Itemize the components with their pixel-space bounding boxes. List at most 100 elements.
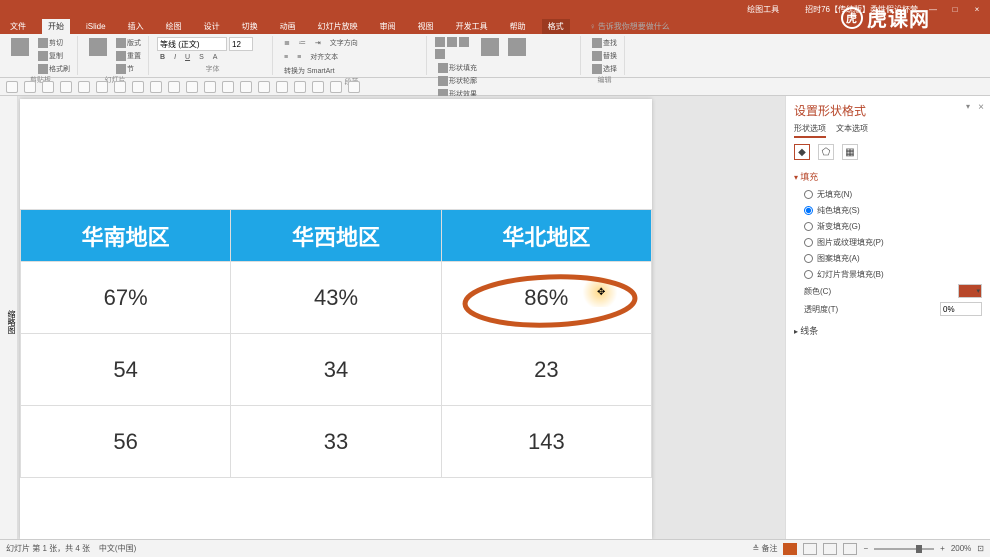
- reset-button[interactable]: 重置: [113, 50, 144, 62]
- language-indicator[interactable]: 中文(中国): [99, 544, 136, 553]
- qat-btn-17[interactable]: [294, 81, 306, 93]
- tab-draw[interactable]: 绘图: [160, 19, 188, 34]
- align-center-button[interactable]: ≡: [294, 51, 304, 63]
- slideshow-view-button[interactable]: [843, 543, 857, 555]
- pane-close-button[interactable]: ×: [978, 102, 984, 113]
- tab-review[interactable]: 审阅: [374, 19, 402, 34]
- fill-line-icon[interactable]: ◆: [794, 144, 810, 160]
- qat-btn-8[interactable]: [132, 81, 144, 93]
- fit-to-window-button[interactable]: ⊡: [977, 544, 984, 553]
- col-header-1[interactable]: 华南地区: [21, 210, 231, 262]
- numbering-button[interactable]: ≔: [296, 37, 309, 49]
- reading-view-button[interactable]: [823, 543, 837, 555]
- tab-animations[interactable]: 动画: [274, 19, 302, 34]
- tab-format[interactable]: 格式: [542, 19, 570, 34]
- zoom-out-button[interactable]: −: [863, 544, 868, 553]
- qat-btn-9[interactable]: [150, 81, 162, 93]
- fill-pattern-radio[interactable]: 图案填充(A): [804, 253, 982, 264]
- cell[interactable]: 143: [441, 406, 651, 478]
- text-options-tab[interactable]: 文本选项: [836, 123, 868, 138]
- color-picker-button[interactable]: ▾: [958, 284, 982, 298]
- tab-transitions[interactable]: 切换: [236, 19, 264, 34]
- shape-arrow-icon[interactable]: [435, 49, 445, 59]
- font-color-button[interactable]: A: [210, 53, 221, 62]
- tab-file[interactable]: 文件: [4, 19, 32, 34]
- font-family-select[interactable]: [157, 37, 227, 51]
- bullets-button[interactable]: ≣: [281, 37, 293, 49]
- zoom-in-button[interactable]: +: [940, 544, 945, 553]
- qat-undo[interactable]: [24, 81, 36, 93]
- new-slide-button[interactable]: [86, 37, 110, 57]
- transparency-input[interactable]: [940, 302, 982, 316]
- data-table[interactable]: 华南地区 华西地区 华北地区 67% 43% 86% 54 34 23 56 3…: [20, 209, 652, 478]
- qat-btn-10[interactable]: [168, 81, 180, 93]
- cut-button[interactable]: 剪切: [35, 37, 73, 49]
- cell[interactable]: 33: [231, 406, 441, 478]
- qat-btn-11[interactable]: [186, 81, 198, 93]
- tab-design[interactable]: 设计: [198, 19, 226, 34]
- qat-btn-4[interactable]: [60, 81, 72, 93]
- tab-insert[interactable]: 插入: [122, 19, 150, 34]
- copy-button[interactable]: 复制: [35, 50, 73, 62]
- shape-circle-icon[interactable]: [447, 37, 457, 47]
- align-left-button[interactable]: ≡: [281, 51, 291, 63]
- shape-line-icon[interactable]: [459, 37, 469, 47]
- outline-collapsed[interactable]: 缩略图: [0, 96, 18, 539]
- slide[interactable]: 华南地区 华西地区 华北地区 67% 43% 86% 54 34 23 56 3…: [20, 99, 652, 539]
- tab-help[interactable]: 帮助: [504, 19, 532, 34]
- qat-btn-6[interactable]: [96, 81, 108, 93]
- shape-fill-button[interactable]: 形状填充: [435, 62, 480, 74]
- cell[interactable]: 23: [441, 334, 651, 406]
- fill-none-radio[interactable]: 无填充(N): [804, 189, 982, 200]
- qat-btn-13[interactable]: [222, 81, 234, 93]
- qat-btn-19[interactable]: [330, 81, 342, 93]
- strikethrough-button[interactable]: S: [196, 53, 207, 62]
- qat-btn-15[interactable]: [258, 81, 270, 93]
- fill-section-header[interactable]: 填充: [794, 170, 982, 183]
- find-button[interactable]: 查找: [589, 37, 620, 49]
- bold-button[interactable]: B: [157, 53, 168, 62]
- cell[interactable]: 34: [231, 334, 441, 406]
- cell[interactable]: 86%: [441, 262, 651, 334]
- italic-button[interactable]: I: [171, 53, 179, 62]
- tab-home[interactable]: 开始: [42, 19, 70, 34]
- qat-btn-16[interactable]: [276, 81, 288, 93]
- col-header-3[interactable]: 华北地区: [441, 210, 651, 262]
- slide-canvas[interactable]: 华南地区 华西地区 华北地区 67% 43% 86% 54 34 23 56 3…: [18, 96, 785, 539]
- cell[interactable]: 56: [21, 406, 231, 478]
- smartart-button[interactable]: 转换为 SmartArt: [281, 65, 338, 77]
- underline-button[interactable]: U: [182, 53, 193, 62]
- normal-view-button[interactable]: [783, 543, 797, 555]
- text-direction-button[interactable]: 文字方向: [327, 37, 361, 49]
- close-button[interactable]: ×: [970, 5, 984, 14]
- zoom-slider[interactable]: [874, 548, 934, 550]
- qat-btn-14[interactable]: [240, 81, 252, 93]
- qat-btn-18[interactable]: [312, 81, 324, 93]
- qat-redo[interactable]: [42, 81, 54, 93]
- notes-button[interactable]: ≙ 备注: [753, 543, 778, 554]
- quick-styles-button[interactable]: [505, 37, 529, 57]
- sorter-view-button[interactable]: [803, 543, 817, 555]
- shape-options-tab[interactable]: 形状选项: [794, 123, 826, 138]
- format-painter-button[interactable]: 格式刷: [35, 63, 73, 75]
- cell[interactable]: 43%: [231, 262, 441, 334]
- size-icon[interactable]: ▦: [842, 144, 858, 160]
- qat-btn-7[interactable]: [114, 81, 126, 93]
- col-header-2[interactable]: 华西地区: [231, 210, 441, 262]
- line-section-header[interactable]: 线条: [794, 324, 982, 337]
- cell[interactable]: 54: [21, 334, 231, 406]
- paste-button[interactable]: [8, 37, 32, 57]
- zoom-level[interactable]: 200%: [951, 544, 971, 553]
- qat-btn-12[interactable]: [204, 81, 216, 93]
- tab-slideshow[interactable]: 幻灯片放映: [312, 19, 364, 34]
- effects-icon[interactable]: ⬠: [818, 144, 834, 160]
- fill-solid-radio[interactable]: 纯色填充(S): [804, 205, 982, 216]
- layout-button[interactable]: 版式: [113, 37, 144, 49]
- qat-btn-5[interactable]: [78, 81, 90, 93]
- replace-button[interactable]: 替换: [589, 50, 620, 62]
- tab-islide[interactable]: iSlide: [80, 20, 112, 33]
- align-text-button[interactable]: 对齐文本: [307, 51, 341, 63]
- fill-slidebg-radio[interactable]: 幻灯片背景填充(B): [804, 269, 982, 280]
- qat-save[interactable]: [6, 81, 18, 93]
- fill-gradient-radio[interactable]: 渐变填充(G): [804, 221, 982, 232]
